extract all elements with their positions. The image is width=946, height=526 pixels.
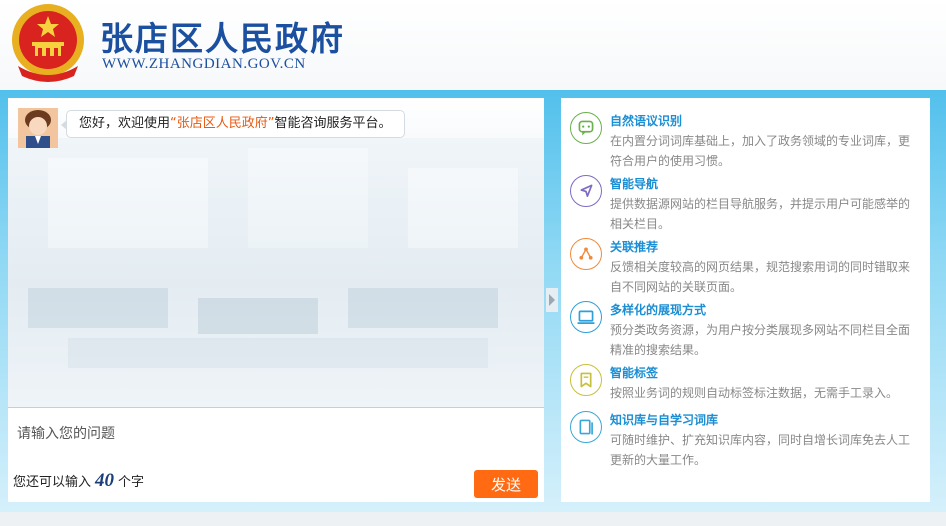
feature-name: 知识库与自学习词库 [610, 413, 719, 427]
chat-bubble-icon [570, 112, 602, 144]
site-title: 张店区人民政府 [100, 19, 345, 58]
feature-item-recommend: 关联推荐 反馈相关度较高的网页结果，规范搜索用词的同时错取来自不同网站的关联页面… [561, 228, 930, 294]
question-input[interactable] [8, 409, 544, 459]
assistant-avatar [18, 108, 58, 148]
navigation-arrow-icon [570, 175, 602, 207]
counter-suffix: 个字 [118, 475, 145, 490]
greeting-highlight: “张店区人民政府” [170, 116, 275, 131]
site-header: 张店区人民政府 WWW.ZHANGDIAN.GOV.CN [0, 0, 946, 90]
bookmark-tag-icon [570, 364, 602, 396]
footer-strip [0, 512, 946, 526]
counter-prefix: 您还可以输入 [13, 475, 92, 490]
feature-description: 按照业务词的规则自动标签标注数据，无需手工录入。 [610, 386, 899, 400]
features-panel: 自然语议识别 在内置分词词库基础上，加入了政务领域的专业词库，更符合用户的使用习… [561, 98, 930, 502]
feature-item-nlp: 自然语议识别 在内置分词词库基础上，加入了政务领域的专业词库，更符合用户的使用习… [561, 102, 930, 168]
feature-item-knowledge: 知识库与自学习词库 可随时维护、扩充知识库内容，同时自增长词库免去人工更新的大量… [561, 401, 930, 467]
feature-name: 智能导航 [610, 177, 659, 191]
office-background-image [8, 138, 544, 408]
chat-history: 您好，欢迎使用“张店区人民政府”智能咨询服务平台。 [8, 98, 544, 408]
library-book-icon [570, 411, 602, 443]
site-url[interactable]: WWW.ZHANGDIAN.GOV.CN [102, 56, 306, 73]
monitor-icon [570, 301, 602, 333]
national-emblem-icon [12, 4, 84, 82]
feature-name: 多样化的展现方式 [610, 303, 707, 317]
greeting-bubble: 您好，欢迎使用“张店区人民政府”智能咨询服务平台。 [61, 110, 405, 138]
collapse-arrow-icon[interactable] [546, 288, 558, 312]
feature-item-navigation: 智能导航 提供数据源网站的栏目导航服务，并提示用户可能感举的相关栏目。 [561, 165, 930, 231]
greeting-prefix: 您好，欢迎使用 [79, 116, 171, 131]
greeting-suffix: 智能咨询服务平台。 [274, 116, 392, 131]
feature-name: 关联推荐 [610, 240, 659, 254]
send-button[interactable]: 发送 [474, 470, 538, 498]
feature-name: 自然语议识别 [610, 114, 683, 128]
chat-panel: 您好，欢迎使用“张店区人民政府”智能咨询服务平台。 您还可以输入40个字 发送 [8, 98, 544, 502]
character-counter: 您还可以输入 40 个字 [13, 470, 144, 492]
feature-item-display: 多样化的展现方式 预分类政务资源，为用户按分类展现多网站不同栏目全面精准的搜索结… [561, 291, 930, 357]
feature-description: 可随时维护、扩充知识库内容，同时自增长词库免去人工更新的大量工作。 [610, 433, 911, 467]
counter-value: 40 [95, 470, 115, 491]
feature-name: 智能标签 [610, 366, 659, 380]
share-nodes-icon [570, 238, 602, 270]
